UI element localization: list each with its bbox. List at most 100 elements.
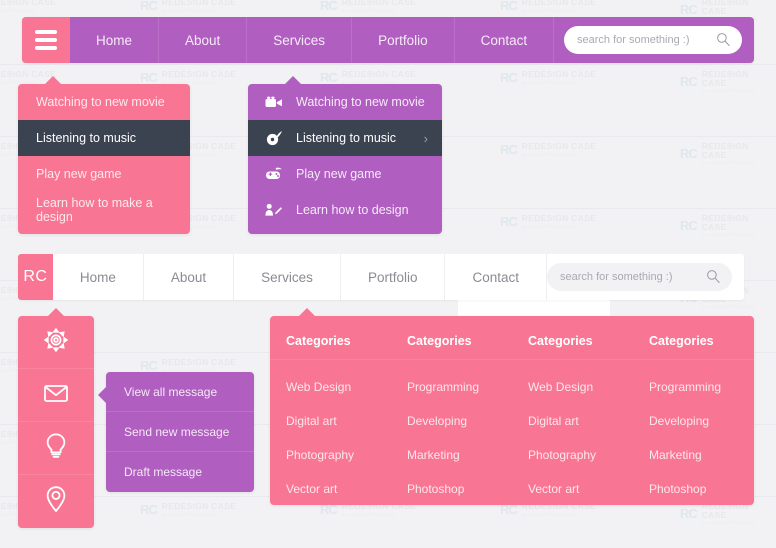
dropdown-item-label: Play new game bbox=[36, 167, 121, 181]
dropdown-item-label: Learn how to design bbox=[296, 203, 409, 217]
mega-link[interactable]: Marketing bbox=[649, 438, 754, 472]
chevron-right-icon: › bbox=[424, 131, 428, 146]
watermark-mark: RCREDESIGN CASEALL DESIGN YOU NEED bbox=[140, 0, 236, 13]
mega-link[interactable]: Marketing bbox=[407, 438, 512, 472]
topnav-label: About bbox=[185, 33, 220, 48]
mega-column-2: Programming Developing Marketing Photosh… bbox=[391, 370, 512, 506]
sidebar-item-ideas[interactable] bbox=[18, 422, 94, 475]
whitenav-item-home[interactable]: Home bbox=[53, 254, 144, 300]
search-input[interactable] bbox=[547, 271, 732, 283]
topnav-label: Services bbox=[273, 33, 325, 48]
dropdown-item-listening-music[interactable]: Listening to music bbox=[18, 120, 190, 156]
search-box[interactable] bbox=[564, 26, 742, 54]
search-icon[interactable] bbox=[716, 32, 731, 47]
sidebar-item-messages[interactable] bbox=[18, 369, 94, 422]
design-person-icon bbox=[264, 201, 284, 219]
watermark-mark: RCREDESIGN CASEALL DESIGN YOU NEED bbox=[500, 70, 596, 85]
sidebar-item-location[interactable] bbox=[18, 475, 94, 528]
mega-link[interactable]: Photography bbox=[528, 438, 633, 472]
mega-link[interactable]: Developing bbox=[649, 404, 754, 438]
flyout-item-label: View all message bbox=[124, 385, 217, 399]
music-disc-icon bbox=[264, 129, 284, 147]
mega-menu-pointer bbox=[298, 308, 316, 317]
watermark-mark: RCREDESIGN CASEALL DESIGN YOU NEED bbox=[140, 70, 236, 85]
sidebar-pointer bbox=[47, 308, 65, 317]
watermark-mark: RCREDESIGN CASEALL DESIGN YOU NEED bbox=[500, 142, 596, 157]
search-box[interactable] bbox=[547, 263, 732, 291]
flyout-item-label: Send new message bbox=[124, 425, 229, 439]
mega-column-4: Programming Developing Marketing Photosh… bbox=[633, 370, 754, 506]
watermark-mark: RCREDESIGN CASEALL DESIGN YOU NEED bbox=[140, 502, 236, 517]
mega-link[interactable]: Photoshop bbox=[407, 472, 512, 506]
icon-sidebar bbox=[18, 316, 94, 528]
video-camera-icon bbox=[264, 93, 284, 111]
watermark-rule bbox=[0, 64, 776, 65]
sidebar-item-settings[interactable] bbox=[18, 316, 94, 369]
hamburger-icon[interactable] bbox=[22, 17, 70, 63]
dropdown-item-watching-movie[interactable]: Watching to new movie bbox=[248, 84, 442, 120]
flyout-item-view-all[interactable]: View all message bbox=[106, 372, 254, 412]
mega-link[interactable]: Photoshop bbox=[649, 472, 754, 506]
flyout-item-send-new[interactable]: Send new message bbox=[106, 412, 254, 452]
mega-link[interactable]: Web Design bbox=[286, 370, 391, 404]
dropdown-item-learn-design[interactable]: Learn how to design bbox=[248, 192, 442, 228]
topnav-item-about[interactable]: About bbox=[159, 17, 247, 63]
topnav-item-contact[interactable]: Contact bbox=[455, 17, 555, 63]
dropdown-item-listening-music[interactable]: Listening to music › bbox=[248, 120, 442, 156]
whitenav-label: Portfolio bbox=[368, 270, 418, 285]
whitenav-item-services[interactable]: Services bbox=[234, 254, 341, 300]
topnav-item-portfolio[interactable]: Portfolio bbox=[352, 17, 455, 63]
dropdown-item-play-game[interactable]: Play new game bbox=[248, 156, 442, 192]
dropdown-item-learn-design[interactable]: Learn how to make a design bbox=[18, 192, 190, 228]
flyout-item-label: Draft message bbox=[124, 465, 202, 479]
mega-column-header: Categories bbox=[633, 324, 754, 359]
sidebar-flyout-menu: View all message Send new message Draft … bbox=[106, 372, 254, 492]
mega-column-title: Categories bbox=[407, 324, 512, 358]
mega-column-header: Categories bbox=[270, 324, 391, 359]
topnav-item-services[interactable]: Services bbox=[247, 17, 352, 63]
topnav-label: Contact bbox=[481, 33, 528, 48]
whitenav-label: Contact bbox=[472, 270, 519, 285]
mega-column-title: Categories bbox=[528, 324, 633, 358]
whitenav-item-contact[interactable]: Contact bbox=[445, 254, 547, 300]
lightbulb-icon bbox=[43, 431, 69, 466]
dropdown-item-label: Listening to music bbox=[36, 131, 136, 145]
whitenav-label: About bbox=[171, 270, 206, 285]
whitenav-item-about[interactable]: About bbox=[144, 254, 234, 300]
logo-rc[interactable]: RC bbox=[18, 254, 53, 300]
dropdown-item-label: Watching to new movie bbox=[296, 95, 425, 109]
mega-column-1: Web Design Digital art Photography Vecto… bbox=[270, 370, 391, 506]
location-pin-icon bbox=[43, 484, 69, 519]
search-icon[interactable] bbox=[706, 269, 721, 284]
mega-link[interactable]: Vector art bbox=[286, 472, 391, 506]
gear-icon bbox=[41, 325, 71, 360]
dropdown-menu-icons: Watching to new movie Listening to music… bbox=[248, 84, 442, 234]
mega-link[interactable]: Digital art bbox=[286, 404, 391, 438]
mega-link[interactable]: Digital art bbox=[528, 404, 633, 438]
mega-link[interactable]: Programming bbox=[407, 370, 512, 404]
hamburger-bar bbox=[35, 38, 57, 42]
logo-label: RC bbox=[23, 268, 47, 286]
watermark-mark: RCREDESIGN CASEALL DESIGN YOU NEED bbox=[320, 70, 416, 85]
mega-column-title: Categories bbox=[286, 324, 391, 358]
mega-link[interactable]: Vector art bbox=[528, 472, 633, 506]
whitenav-item-portfolio[interactable]: Portfolio bbox=[341, 254, 446, 300]
hamburger-bar bbox=[35, 46, 57, 50]
dropdown-item-label: Play new game bbox=[296, 167, 381, 181]
mega-link[interactable]: Programming bbox=[649, 370, 754, 404]
mega-link[interactable]: Web Design bbox=[528, 370, 633, 404]
mega-column-header: Categories bbox=[512, 324, 633, 359]
flyout-item-draft[interactable]: Draft message bbox=[106, 452, 254, 492]
mega-link[interactable]: Photography bbox=[286, 438, 391, 472]
game-controller-icon bbox=[264, 165, 284, 183]
watermark-mark: RCREDESIGN CASEALL DESIGN YOU NEED bbox=[0, 0, 56, 13]
dropdown-item-play-game[interactable]: Play new game bbox=[18, 156, 190, 192]
dropdown-item-watching-movie[interactable]: Watching to new movie bbox=[18, 84, 190, 120]
topnav-label: Home bbox=[96, 33, 132, 48]
topnav-label: Portfolio bbox=[378, 33, 428, 48]
topnav-item-home[interactable]: Home bbox=[70, 17, 159, 63]
topnav-search-container bbox=[564, 17, 754, 63]
dropdown-item-label: Learn how to make a design bbox=[36, 196, 190, 224]
mega-link[interactable]: Developing bbox=[407, 404, 512, 438]
whitenav-label: Home bbox=[80, 270, 116, 285]
